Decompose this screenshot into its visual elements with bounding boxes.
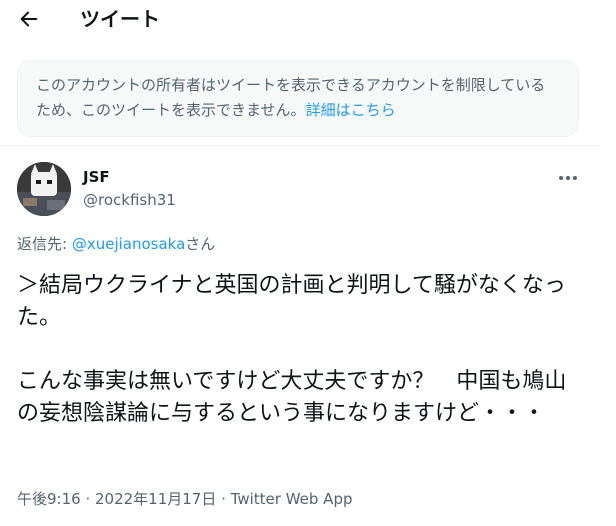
author-handle[interactable]: @rockfish31 <box>83 190 176 210</box>
divider <box>0 145 600 146</box>
reply-suffix: さん <box>185 235 216 253</box>
page-title: ツイート <box>80 7 160 31</box>
tweet-time[interactable]: 午後9:16 <box>17 490 81 508</box>
author-name[interactable]: JSF <box>83 167 110 187</box>
header-bar: ツイート <box>0 0 600 40</box>
tweet-meta: 午後9:16 · 2022年11月17日 · Twitter Web App <box>17 488 353 510</box>
tweet-text: ＞結局ウクライナと英国の計画と判明して騒がなくなった。 こんな事実は無いですけど… <box>17 273 567 426</box>
notice-text: このアカウントの所有者はツイートを表示できるアカウントを制限しているため、このツ… <box>36 76 546 119</box>
meta-separator: · <box>216 490 231 508</box>
meta-separator: · <box>80 490 95 508</box>
more-horizontal-icon <box>559 176 577 180</box>
learn-more-link[interactable]: 詳細はこちら <box>306 101 396 119</box>
restricted-notice: このアカウントの所有者はツイートを表示できるアカウントを制限しているため、このツ… <box>17 60 579 137</box>
tweet-date[interactable]: 2022年11月17日 <box>95 490 216 508</box>
arrow-left-icon <box>20 11 38 27</box>
tweet-source[interactable]: Twitter Web App <box>231 490 353 508</box>
avatar-image <box>17 162 71 216</box>
reply-prefix: 返信先: <box>17 235 72 253</box>
more-button[interactable] <box>556 168 580 188</box>
reply-to-line: 返信先: @xuejianosakaさん <box>17 234 215 254</box>
reply-mention-link[interactable]: @xuejianosaka <box>72 235 185 253</box>
avatar[interactable] <box>17 162 71 216</box>
back-button[interactable] <box>14 4 44 34</box>
